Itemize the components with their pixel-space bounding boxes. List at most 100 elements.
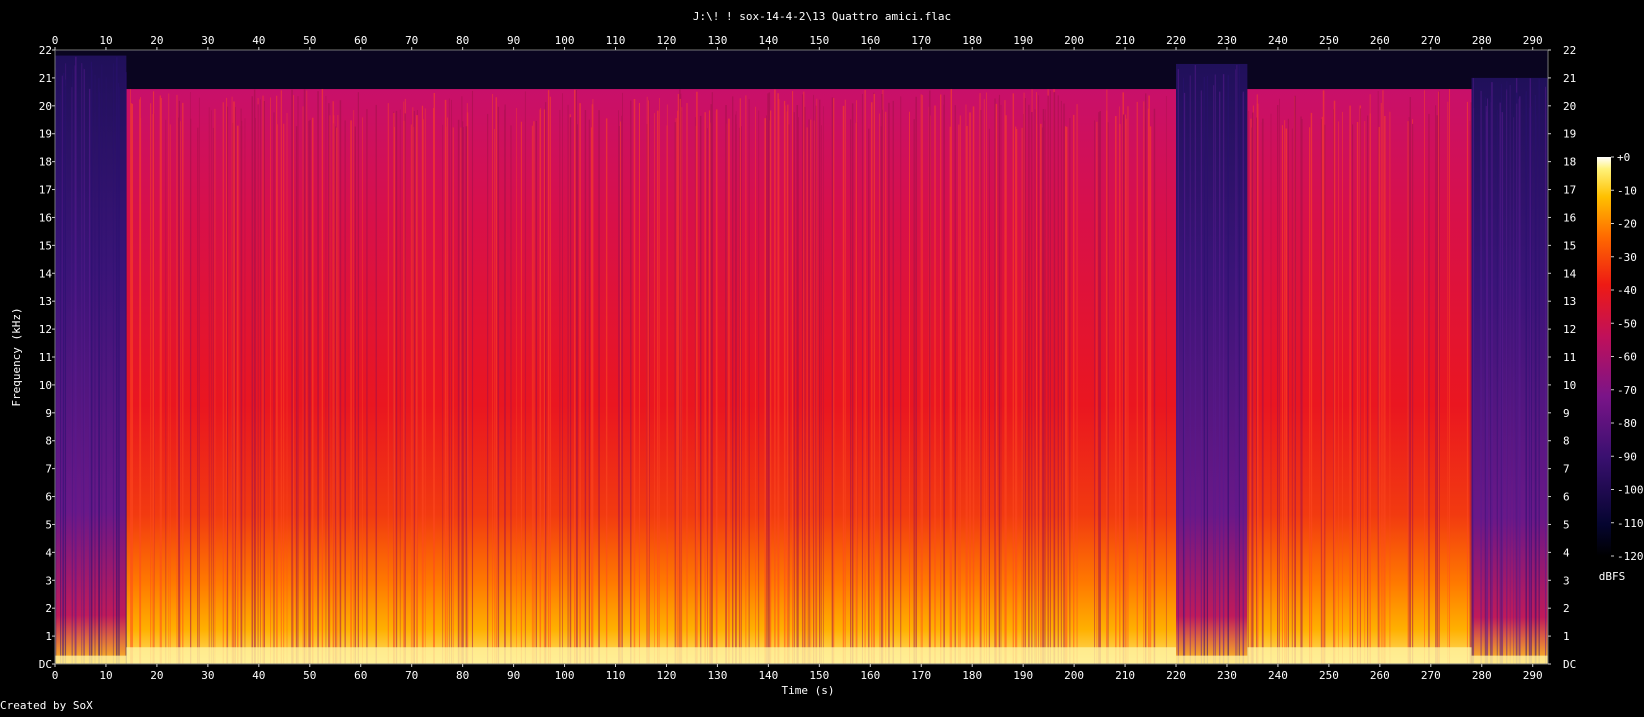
x-tick-label: 130: [707, 669, 727, 682]
x-tick-label: 250: [1319, 669, 1339, 682]
colorbar-tick-label: -70: [1617, 384, 1637, 397]
x-tick-label: 80: [456, 34, 469, 47]
y-axis-label: Frequency (kHz): [10, 307, 23, 406]
x-tick-label: 90: [507, 669, 520, 682]
y-tick-label: 17: [1563, 184, 1576, 197]
x-tick-label: 120: [657, 669, 677, 682]
spectrogram-chart: J:\! ! sox-14-4-2\13 Quattro amici.flac …: [0, 10, 1644, 712]
colorbar-tick-label: -120: [1617, 550, 1644, 563]
y-tick-label: 19: [39, 128, 52, 141]
y-tick-label: 17: [39, 184, 52, 197]
y-tick-label: 6: [1563, 491, 1570, 504]
x-tick-label: 150: [809, 669, 829, 682]
x-axis-top: 0 10 20 30 40 50 60 70 80 90 100 110 120 130 140 150 160…: [52, 34, 1543, 50]
y-tick-label: 11: [1563, 351, 1576, 364]
y-tick-label: 3: [45, 574, 52, 587]
x-tick-label: 70: [405, 34, 418, 47]
x-tick-label: 0: [52, 669, 59, 682]
x-tick-label: 200: [1064, 34, 1084, 47]
y-tick-label: 13: [39, 295, 52, 308]
x-tick-label: 30: [201, 34, 214, 47]
y-tick-label: 12: [39, 323, 52, 336]
y-tick-label: 10: [1563, 379, 1576, 392]
y-tick-label: 9: [45, 407, 52, 420]
y-tick-label: DC: [39, 658, 52, 671]
x-tick-label: 170: [911, 34, 931, 47]
x-tick-label: 80: [456, 669, 469, 682]
x-tick-label: 30: [201, 669, 214, 682]
x-tick-label: 270: [1421, 669, 1441, 682]
x-tick-label: 210: [1115, 34, 1135, 47]
x-tick-label: 190: [1013, 34, 1033, 47]
y-tick-label: 7: [45, 463, 52, 476]
y-tick-label: 11: [39, 351, 52, 364]
y-tick-label: 8: [45, 435, 52, 448]
x-tick-label: 10: [99, 34, 112, 47]
y-tick-label: 4: [45, 546, 52, 559]
y-tick-label: 21: [39, 72, 52, 85]
x-tick-label: 60: [354, 34, 367, 47]
x-tick-label: 260: [1370, 34, 1390, 47]
colorbar-tick-label: -90: [1617, 450, 1637, 463]
y-tick-label: 10: [39, 379, 52, 392]
x-tick-label: 230: [1217, 669, 1237, 682]
chart-title: J:\! ! sox-14-4-2\13 Quattro amici.flac: [693, 10, 951, 23]
y-tick-label: 20: [1563, 100, 1576, 113]
x-tick-label: 210: [1115, 669, 1135, 682]
y-tick-label: 16: [39, 211, 52, 224]
x-tick-label: 120: [657, 34, 677, 47]
colorbar-tick-label: +0: [1617, 151, 1630, 164]
x-tick-label: 20: [150, 669, 163, 682]
x-tick-label: 240: [1268, 669, 1288, 682]
x-tick-label: 160: [860, 669, 880, 682]
x-tick-label: 20: [150, 34, 163, 47]
x-tick-label: 240: [1268, 34, 1288, 47]
x-tick-label: 70: [405, 669, 418, 682]
x-tick-label: 130: [707, 34, 727, 47]
x-tick-label: 230: [1217, 34, 1237, 47]
colorbar-tick-label: -30: [1617, 251, 1637, 264]
x-tick-label: 280: [1472, 34, 1492, 47]
x-tick-label: 100: [555, 34, 575, 47]
y-tick-label: 8: [1563, 435, 1570, 448]
x-tick-label: 250: [1319, 34, 1339, 47]
x-tick-label: 90: [507, 34, 520, 47]
x-tick-label: 280: [1472, 669, 1492, 682]
x-tick-label: 110: [606, 669, 626, 682]
y-tick-label: 19: [1563, 128, 1576, 141]
colorbar-tick-label: -60: [1617, 351, 1637, 364]
x-tick-label: 290: [1523, 669, 1543, 682]
colorbar-tick-label: -100: [1617, 484, 1644, 497]
x-tick-label: 110: [606, 34, 626, 47]
x-tick-label: 50: [303, 669, 316, 682]
x-tick-label: 150: [809, 34, 829, 47]
x-tick-label: 290: [1523, 34, 1543, 47]
y-tick-label: 14: [39, 267, 53, 280]
colorbar-tick-label: -110: [1617, 517, 1644, 530]
x-tick-label: 220: [1166, 669, 1186, 682]
y-tick-label: 18: [39, 156, 52, 169]
x-axis-bottom: 0 10 20 30 40 50 60 70 80 90 100 110 120 130 140 150 160…: [52, 664, 1543, 682]
y-tick-label: 15: [39, 239, 52, 252]
y-tick-label: 20: [39, 100, 52, 113]
y-tick-label: 21: [1563, 72, 1576, 85]
x-tick-label: 170: [911, 669, 931, 682]
x-tick-label: 180: [962, 669, 982, 682]
colorbar-tick-label: -50: [1617, 317, 1637, 330]
x-tick-label: 140: [758, 34, 778, 47]
x-tick-label: 10: [99, 669, 112, 682]
y-tick-label: 3: [1563, 574, 1570, 587]
colorbar-ticks: +0 -10 -20 -30 -40 -50 -60 -70 -80 -90 -100 -110 -12…: [1611, 151, 1644, 563]
y-tick-label: 5: [1563, 518, 1570, 531]
x-tick-label: 40: [252, 669, 265, 682]
y-tick-label: 15: [1563, 239, 1576, 252]
x-tick-label: 40: [252, 34, 265, 47]
spectrogram-segment: [1471, 77, 1548, 665]
y-tick-label: 22: [39, 44, 52, 57]
y-axis-right: DC12345678910111213141516171819202122: [1548, 44, 1577, 671]
x-tick-label: 100: [555, 669, 575, 682]
y-tick-label: 22: [1563, 44, 1576, 57]
colorbar: [1597, 157, 1611, 556]
low-frequency-band: [55, 647, 1548, 664]
y-tick-label: 2: [45, 602, 52, 615]
